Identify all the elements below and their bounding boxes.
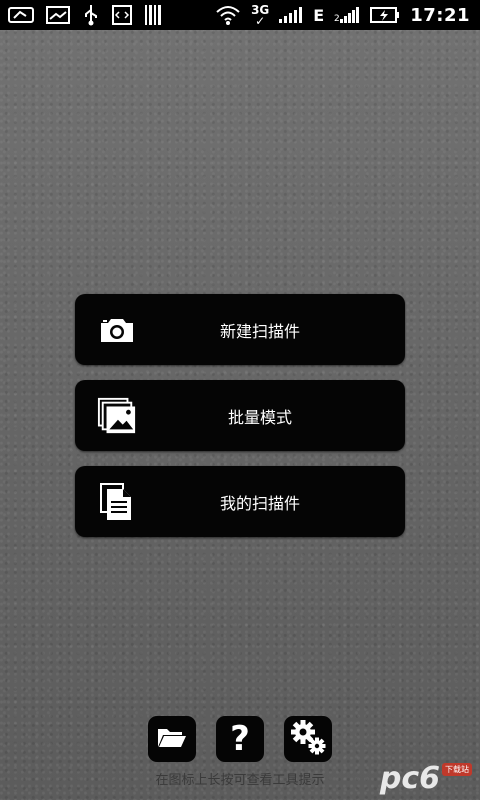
wifi-icon (215, 4, 241, 26)
status-bar-right: 3G ✓ E 2 17:21 (215, 0, 480, 30)
help-button[interactable]: ? (216, 716, 264, 762)
watermark: pc6 下载站 (380, 761, 472, 796)
open-folder-button[interactable] (148, 716, 196, 762)
clock: 17:21 (410, 4, 470, 26)
new-scan-button[interactable]: 新建扫描件 (75, 294, 405, 365)
settings-icon (288, 717, 328, 761)
bottom-toolbar: ? (148, 716, 332, 762)
batch-mode-button[interactable]: 批量模式 (75, 380, 405, 451)
documents-icon (97, 482, 137, 522)
main-menu: 新建扫描件 批量模式 我的扫描件 (75, 294, 405, 537)
status-bar-left (0, 0, 162, 30)
watermark-logo: pc6 (379, 761, 440, 796)
signal-icon (279, 4, 303, 26)
help-icon: ? (230, 719, 250, 759)
check-icon: ✓ (255, 14, 266, 28)
settings-button[interactable] (284, 716, 332, 762)
images-stack-icon (97, 396, 137, 436)
svg-text:2: 2 (334, 14, 340, 23)
status-bar: 3G ✓ E 2 17:21 (0, 0, 480, 30)
barcode-icon (144, 4, 162, 26)
usb-icon (82, 4, 100, 26)
edge-network-label: E (313, 5, 325, 25)
camera-icon (97, 310, 137, 350)
network-3g-indicator: 3G ✓ (251, 4, 269, 28)
image-icon (46, 4, 70, 26)
folder-icon (157, 726, 187, 752)
notification-icon (8, 4, 34, 26)
battery-charging-icon (370, 4, 400, 26)
signal-2-icon: 2 (334, 4, 360, 26)
watermark-badge: 下载站 (442, 763, 472, 776)
code-icon (112, 4, 132, 26)
my-scans-button[interactable]: 我的扫描件 (75, 466, 405, 537)
